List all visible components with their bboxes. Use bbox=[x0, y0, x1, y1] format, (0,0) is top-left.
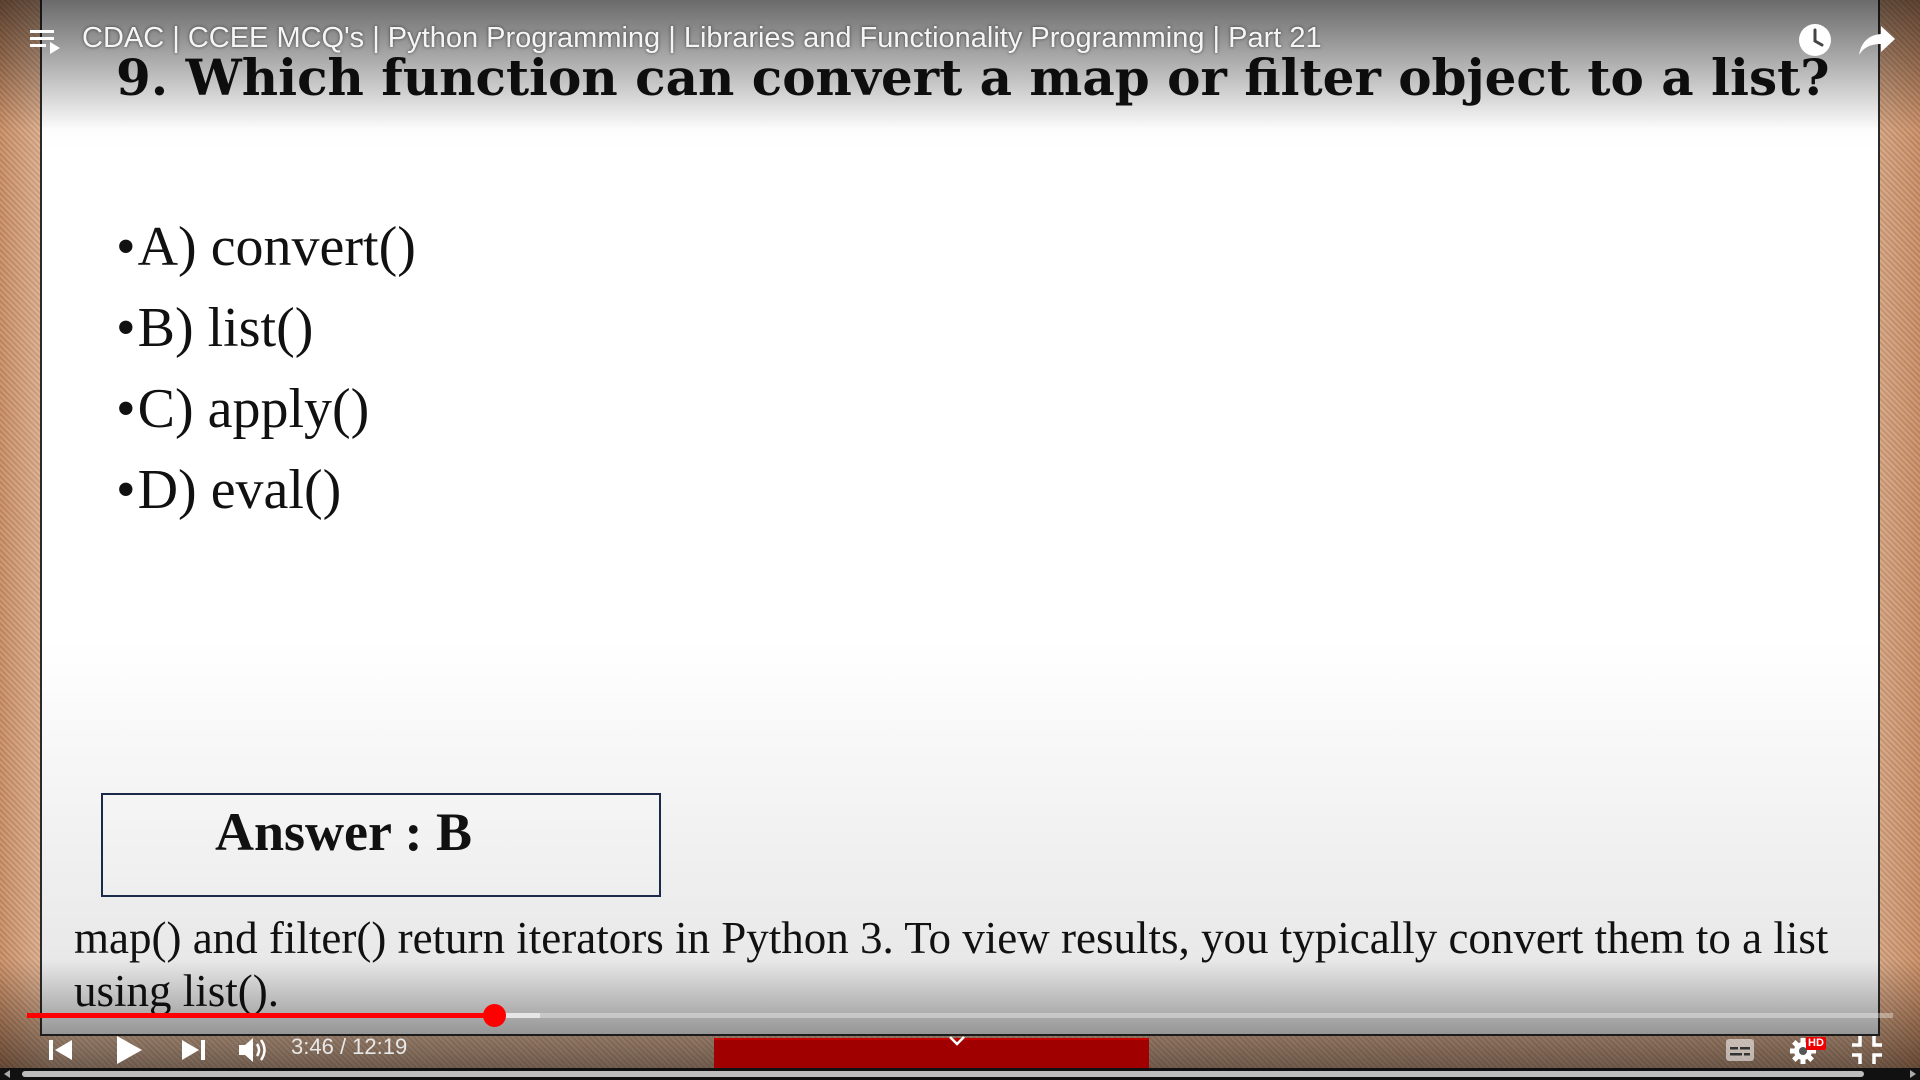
bullet: • bbox=[116, 378, 136, 440]
bullet: • bbox=[116, 459, 136, 521]
progress-bar[interactable] bbox=[27, 1004, 1893, 1027]
previous-icon bbox=[49, 1040, 72, 1060]
answer-box: Answer : B bbox=[101, 793, 661, 897]
video-title[interactable]: CDAC | CCEE MCQ's | Python Programming |… bbox=[82, 22, 1322, 55]
bullet: • bbox=[116, 297, 136, 359]
option-a: •A) convert() bbox=[116, 212, 416, 293]
next-button[interactable] bbox=[178, 1030, 208, 1070]
previous-button[interactable] bbox=[46, 1030, 76, 1070]
subtitles-icon bbox=[1726, 1039, 1754, 1061]
share-icon[interactable] bbox=[1857, 22, 1897, 58]
time-separator: / bbox=[333, 1034, 353, 1059]
progress-played bbox=[27, 1013, 494, 1018]
play-button[interactable] bbox=[112, 1030, 146, 1070]
option-text: B) list() bbox=[137, 297, 314, 359]
volume-button[interactable] bbox=[236, 1030, 270, 1070]
slide-frame: 9. Which function can convert a map or f… bbox=[40, 0, 1880, 1036]
playlist-icon[interactable] bbox=[30, 26, 64, 56]
option-text: C) apply() bbox=[137, 378, 370, 440]
answer-text: Answer : B bbox=[215, 802, 473, 862]
current-time: 3:46 bbox=[291, 1034, 334, 1059]
player-controls: 3:46 / 12:19 bbox=[0, 1030, 1920, 1070]
option-d: •D) eval() bbox=[116, 455, 416, 536]
settings-button[interactable] bbox=[1786, 1030, 1826, 1070]
scrollbar-thumb[interactable] bbox=[22, 1071, 1864, 1077]
option-text: D) eval() bbox=[137, 459, 342, 521]
time-display: 3:46 / 12:19 bbox=[291, 1034, 407, 1060]
watch-later-icon[interactable] bbox=[1797, 22, 1833, 58]
exit-fullscreen-button[interactable] bbox=[1850, 1030, 1884, 1070]
scroll-right-arrow-icon[interactable] bbox=[1910, 1070, 1916, 1078]
exit-fullscreen-icon bbox=[1852, 1036, 1882, 1064]
option-c: •C) apply() bbox=[116, 374, 416, 455]
title-bar: CDAC | CCEE MCQ's | Python Programming |… bbox=[0, 0, 1920, 80]
option-b: •B) list() bbox=[116, 293, 416, 374]
answer-options: •A) convert() •B) list() •C) apply() •D)… bbox=[116, 212, 416, 536]
progress-scrubber[interactable] bbox=[482, 1004, 506, 1027]
option-text: A) convert() bbox=[137, 216, 416, 278]
scroll-left-arrow-icon[interactable] bbox=[4, 1070, 10, 1078]
hd-badge: HD bbox=[1806, 1037, 1826, 1050]
bullet: • bbox=[116, 216, 136, 278]
subtitles-button[interactable] bbox=[1724, 1030, 1756, 1070]
video-player[interactable]: 9. Which function can convert a map or f… bbox=[0, 0, 1920, 1080]
play-icon bbox=[117, 1036, 142, 1064]
next-icon bbox=[182, 1040, 205, 1060]
horizontal-scrollbar[interactable] bbox=[0, 1068, 1920, 1080]
volume-icon bbox=[239, 1038, 266, 1062]
duration: 12:19 bbox=[352, 1034, 408, 1059]
explanation-text: map() and filter() return iterators in P… bbox=[74, 913, 1829, 1016]
